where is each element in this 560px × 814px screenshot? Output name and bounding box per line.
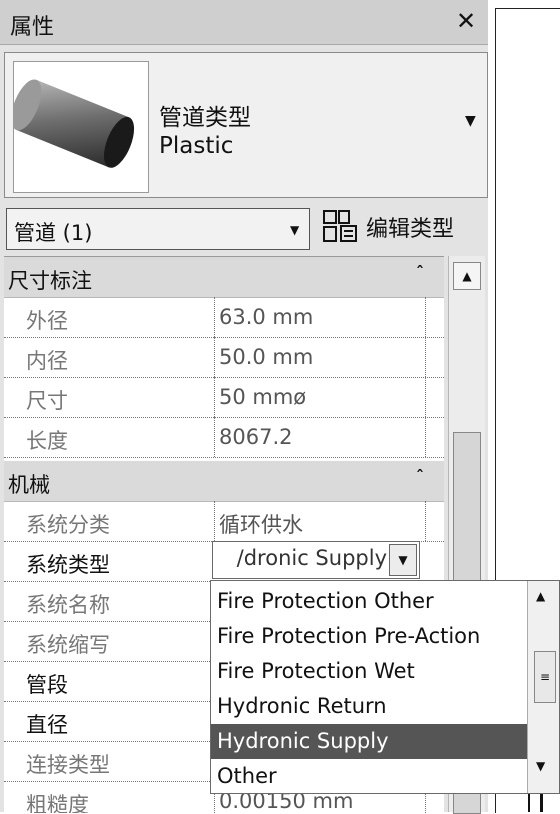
property-value-cell[interactable]: 8067.2 xyxy=(214,417,426,457)
property-name: 粗糙度 xyxy=(26,793,89,813)
property-name: 尺寸 xyxy=(26,389,68,413)
type-selector[interactable]: 管道类型 Plastic ▼ xyxy=(4,52,488,198)
edit-type-icon xyxy=(322,209,358,243)
property-name: 连接类型 xyxy=(26,753,110,777)
property-name: 长度 xyxy=(26,429,68,453)
chevron-down-icon[interactable]: ▼ xyxy=(389,544,417,576)
property-value: 63.0 mm xyxy=(219,305,314,329)
collapse-icon[interactable]: ˆ xyxy=(416,467,424,486)
panel-title: 属性 xyxy=(10,15,55,40)
scroll-down-icon[interactable]: ▼ xyxy=(536,759,545,773)
dropdown-option-selected[interactable]: Hydronic Supply xyxy=(211,724,531,759)
scroll-up-icon[interactable]: ▲ xyxy=(536,589,545,603)
property-name: 管段 xyxy=(26,673,68,697)
close-icon[interactable]: ✕ xyxy=(452,6,480,36)
property-name: 系统缩写 xyxy=(26,633,110,657)
dropdown-option[interactable]: Fire Protection Pre-Action xyxy=(211,619,531,654)
property-value: 循环供水 xyxy=(219,513,303,537)
property-name: 系统名称 xyxy=(26,593,110,617)
edit-type-label: 编辑类型 xyxy=(366,217,455,242)
panel-titlebar: 属性 ✕ xyxy=(0,0,488,45)
instance-filter-value: 管道 (1) xyxy=(14,221,93,245)
dropdown-option[interactable]: Hydronic Return xyxy=(211,689,531,724)
property-name: 系统分类 xyxy=(26,513,110,537)
dropdown-scrollbar[interactable]: ▲ ≡ ▼ xyxy=(527,581,559,793)
property-name: 系统类型 xyxy=(26,553,110,577)
type-family-label: 管道类型 xyxy=(159,105,251,131)
property-value-cell[interactable]: 50.0 mm xyxy=(214,337,426,377)
dropdown-option[interactable]: Fire Protection Wet xyxy=(211,654,531,689)
property-name: 外径 xyxy=(26,309,68,333)
system-type-value: /dronic Supply xyxy=(236,546,387,570)
edit-type-button[interactable]: 编辑类型 xyxy=(322,205,482,247)
group-label: 机械 xyxy=(8,473,50,497)
group-header-mechanical[interactable]: 机械 ˆ xyxy=(4,461,444,502)
property-value-cell[interactable]: 63.0 mm xyxy=(214,297,426,337)
instance-filter-select[interactable]: 管道 (1) ▼ xyxy=(6,208,310,250)
property-name: 内径 xyxy=(26,349,68,373)
property-name: 直径 xyxy=(26,713,68,737)
chevron-down-icon[interactable]: ▼ xyxy=(290,223,299,237)
property-value: 50 mmø xyxy=(219,385,307,409)
type-name-label: Plastic xyxy=(159,133,234,159)
chevron-down-icon[interactable]: ▼ xyxy=(465,113,476,129)
property-value-cell[interactable]: 循环供水 xyxy=(214,501,426,541)
scroll-up-icon[interactable]: ▲ xyxy=(453,262,481,290)
collapse-icon[interactable]: ˆ xyxy=(416,263,424,282)
group-label: 尺寸标注 xyxy=(8,269,92,293)
property-row[interactable]: 尺寸 50 mmø xyxy=(4,377,444,418)
scroll-thumb[interactable]: ≡ xyxy=(534,651,556,703)
group-header-dimensions[interactable]: 尺寸标注 ˆ xyxy=(4,257,444,298)
dropdown-option[interactable]: Fire Protection Other xyxy=(211,584,531,619)
dropdown-option[interactable]: Other xyxy=(211,759,531,793)
property-value: 50.0 mm xyxy=(219,345,314,369)
pipe-3d-icon xyxy=(11,61,149,193)
property-row[interactable]: 内径 50.0 mm xyxy=(4,337,444,378)
system-type-combobox[interactable]: /dronic Supply ▼ xyxy=(212,541,420,579)
system-type-dropdown-list[interactable]: Fire Protection Other Fire Protection Pr… xyxy=(210,580,560,794)
property-row[interactable]: 系统分类 循环供水 xyxy=(4,501,444,542)
property-row[interactable]: 长度 8067.2 xyxy=(4,417,444,458)
property-value-cell[interactable]: 50 mmø xyxy=(214,377,426,417)
property-value: 8067.2 xyxy=(219,425,293,449)
property-row[interactable]: 外径 63.0 mm xyxy=(4,297,444,338)
